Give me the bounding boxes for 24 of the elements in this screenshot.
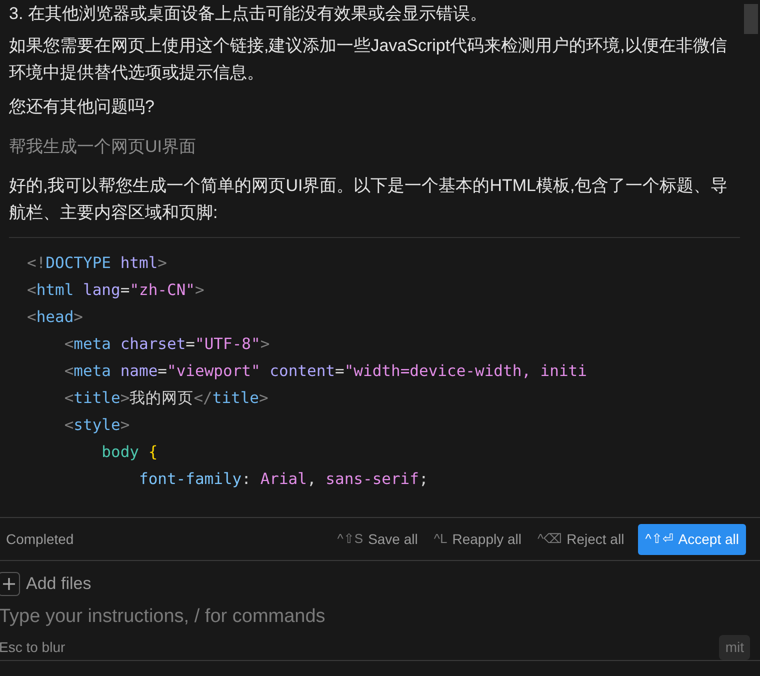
code-line: <head> [27,307,84,328]
assistant-message: 好的,我可以帮您生成一个简单的网页UI界面。以下是一个基本的HTML模板,包含了一个标题、导航栏、主要内容区域和页脚: [9,175,729,224]
code-line: body { [100,442,159,463]
action-button[interactable]: ^⇧⏎ Accept all [638,524,746,554]
hint-text: Esc to blur [0,638,66,657]
add-files-label[interactable]: Add files [26,571,92,596]
assistant-message: 如果您需要在网页上使用这个链接,建议添加一些JavaScript代码来检测用户的环境,以便在非微信环境中提供替代选项或提示信息。 [9,35,728,84]
code-line: <meta charset="UTF-8"> [63,334,271,355]
user-message: 帮我生成一个网页UI界面 [9,136,197,158]
code-line: <html lang="zh-CN"> [27,280,206,301]
code-line: font-family: Arial, sans-serif; [138,469,430,490]
scrollbar-thumb[interactable] [744,4,758,34]
submit-button[interactable]: mit [719,635,750,660]
action-button[interactable]: ^L Reapply all [432,524,524,554]
assistant-message: 3. 在其他浏览器或桌面设备上点击可能没有效果或会显示错误。 [9,3,488,25]
add-icon[interactable] [0,572,20,596]
code-line: <!DOCTYPE html> [27,253,168,274]
code-line: <meta name="viewport" content="width=device-width, initi [63,361,588,382]
assistant-message: 您还有其他问题吗? [9,96,156,118]
status-text: Completed [6,530,74,549]
action-button[interactable]: ^⌫ Reject all [535,524,626,554]
code-line: <style> [63,415,131,436]
code-line: <title>我的网页</title> [63,388,270,409]
action-button[interactable]: ^⇧S Save all [335,524,420,554]
